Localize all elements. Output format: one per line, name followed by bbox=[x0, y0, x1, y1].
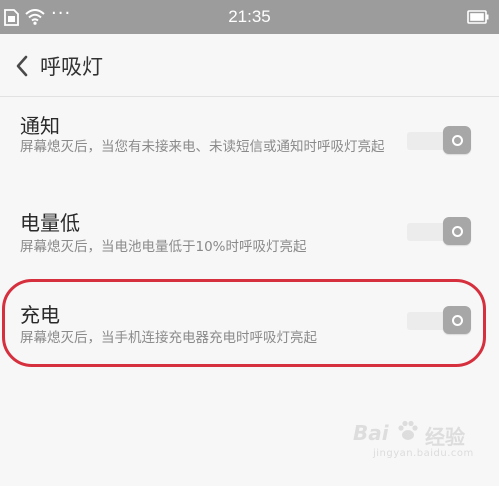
setting-row-notification: 通知 屏幕熄灭后，当您有未接来电、未读短信或通知时呼吸灯亮起 bbox=[0, 97, 499, 197]
setting-title: 通知 bbox=[20, 114, 60, 138]
header: 呼吸灯 bbox=[0, 34, 499, 96]
toggle-track bbox=[407, 223, 447, 241]
battery-icon bbox=[467, 10, 489, 24]
watermark: Bai 经验 jingyan.baidu.com bbox=[353, 418, 473, 464]
toggle-knob bbox=[443, 217, 471, 245]
page-title: 呼吸灯 bbox=[40, 55, 103, 79]
setting-title: 充电 bbox=[20, 303, 60, 327]
status-time: 21:35 bbox=[228, 7, 271, 26]
toggle-track bbox=[407, 132, 447, 150]
toggle-track bbox=[407, 312, 447, 330]
chevron-left-icon bbox=[16, 55, 28, 77]
notification-toggle[interactable] bbox=[407, 126, 471, 156]
setting-row-charging: 充电 屏幕熄灭后，当手机连接充电器充电时呼吸灯亮起 bbox=[0, 279, 499, 367]
watermark-brand-left: Bai bbox=[353, 421, 389, 445]
low-battery-toggle[interactable] bbox=[407, 217, 471, 247]
toggle-knob bbox=[443, 306, 471, 334]
watermark-brand-right: 经验 bbox=[425, 425, 465, 449]
status-bar: ··· 21:35 bbox=[0, 0, 499, 34]
charging-toggle[interactable] bbox=[407, 306, 471, 336]
setting-description: 屏幕熄灭后，当手机连接充电器充电时呼吸灯亮起 bbox=[20, 330, 317, 346]
paw-icon bbox=[398, 420, 418, 440]
toggle-knob bbox=[443, 126, 471, 154]
watermark-url: jingyan.baidu.com bbox=[373, 448, 474, 459]
setting-description: 屏幕熄灭后，当您有未接来电、未读短信或通知时呼吸灯亮起 bbox=[20, 139, 385, 155]
setting-row-low-battery: 电量低 屏幕熄灭后，当电池电量低于10%时呼吸灯亮起 bbox=[0, 197, 499, 279]
setting-title: 电量低 bbox=[20, 211, 80, 235]
back-button[interactable] bbox=[8, 50, 36, 82]
setting-description: 屏幕熄灭后，当电池电量低于10%时呼吸灯亮起 bbox=[20, 239, 307, 255]
